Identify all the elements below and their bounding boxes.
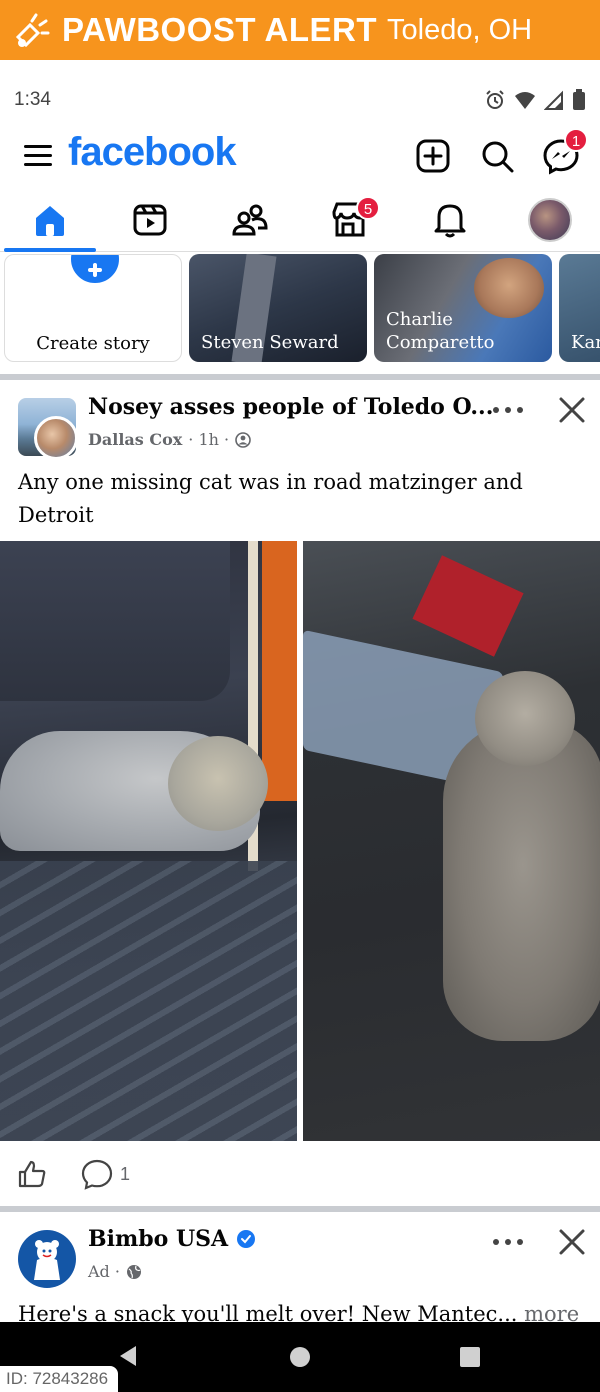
story-card[interactable]: Kar [559,254,600,362]
add-icon[interactable] [413,136,453,176]
menu-icon[interactable] [22,140,54,172]
banner-title: PAWBOOST ALERT [62,11,377,48]
search-icon[interactable] [477,136,517,176]
back-icon[interactable] [116,1344,140,1368]
pawboost-logo-icon [15,13,50,48]
stories-tray: Create story Steven Seward Charlie Compa… [0,252,600,370]
status-time: 1:34 [14,89,51,110]
cat-head [475,671,575,766]
cat-head [168,736,268,831]
post-photo-right[interactable] [303,541,600,1141]
friends-tab-icon[interactable] [228,198,272,242]
post-meta: Dallas Cox · 1h · [88,430,251,449]
red-box [412,555,524,657]
feed-divider [0,374,600,380]
story-label: Kar [571,332,600,353]
create-story-card[interactable]: Create story [4,254,182,362]
facebook-logo[interactable]: facebook [68,130,237,175]
notifications-tab-icon[interactable] [428,198,472,242]
cat-body [443,721,600,1041]
ad-page-name[interactable]: Bimbo USA [88,1226,228,1252]
story-card[interactable]: Charlie Comparetto [374,254,552,362]
group-privacy-icon [235,431,251,448]
globe-icon [126,1264,141,1279]
orange-strip [262,541,297,801]
ad-text: Here's a snack you'll melt over! New Man… [18,1300,588,1322]
post-avatar[interactable] [18,398,78,460]
post-actions: 1 [0,1150,600,1200]
post-group-name[interactable]: Nosey asses people of Toledo O... [88,394,493,420]
post-photo-left[interactable] [0,541,297,1141]
ad-more-options-icon[interactable] [490,1232,526,1252]
post-author[interactable]: Dallas Cox [88,430,182,449]
id-tag: ID: 72843286 [0,1366,119,1392]
signal-icon [544,90,563,110]
plus-icon [67,255,123,287]
battery-icon [573,89,585,110]
author-avatar [34,416,78,460]
post-text: Any one missing cat was in road matzinge… [18,470,523,527]
verified-icon [237,1230,256,1248]
ad-name[interactable]: Bimbo USA [88,1226,256,1252]
close-icon[interactable] [556,394,588,426]
story-card[interactable]: Steven Seward [189,254,367,362]
ad-close-icon[interactable] [556,1226,588,1258]
wifi-icon [515,92,535,109]
comment-icon[interactable] [80,1158,114,1190]
bimbo-bear-icon [34,1240,60,1280]
ad-label: Ad · [88,1262,120,1281]
banner-location: Toledo, OH [387,13,533,46]
video-tab-icon[interactable] [128,198,172,242]
post-time: · 1h · [188,430,230,449]
alarm-icon [486,90,504,109]
home-tab-icon[interactable] [28,198,72,242]
car-seat [0,541,230,701]
status-bar: 1:34 [0,60,600,130]
messenger-badge: 1 [564,128,588,152]
ad-more-link[interactable]: more [524,1302,579,1322]
story-label: Charlie Comparetto [386,309,495,353]
story-label: Create story [36,333,150,354]
comment-count[interactable]: 1 [120,1164,130,1185]
ad-avatar[interactable] [18,1230,76,1288]
profile-tab-avatar[interactable] [528,198,572,242]
home-button-icon[interactable] [289,1346,311,1368]
like-icon[interactable] [16,1158,48,1190]
facebook-header: facebook 1 [0,128,600,186]
ad-text-body: Here's a snack you'll melt over! New Man… [18,1302,518,1322]
floor-mat [0,861,297,1141]
status-icons [484,89,586,111]
pawboost-banner: PAWBOOST ALERT Toledo, OH [0,0,600,60]
story-label: Steven Seward [201,332,339,353]
feed-divider [0,1206,600,1212]
marketplace-badge: 5 [356,196,380,220]
more-options-icon[interactable] [490,400,526,420]
nav-bar: 5 [0,188,600,252]
android-nav-bar: ID: 72843286 [0,1322,600,1392]
recents-icon[interactable] [459,1346,481,1368]
ad-meta: Ad · [88,1262,142,1281]
